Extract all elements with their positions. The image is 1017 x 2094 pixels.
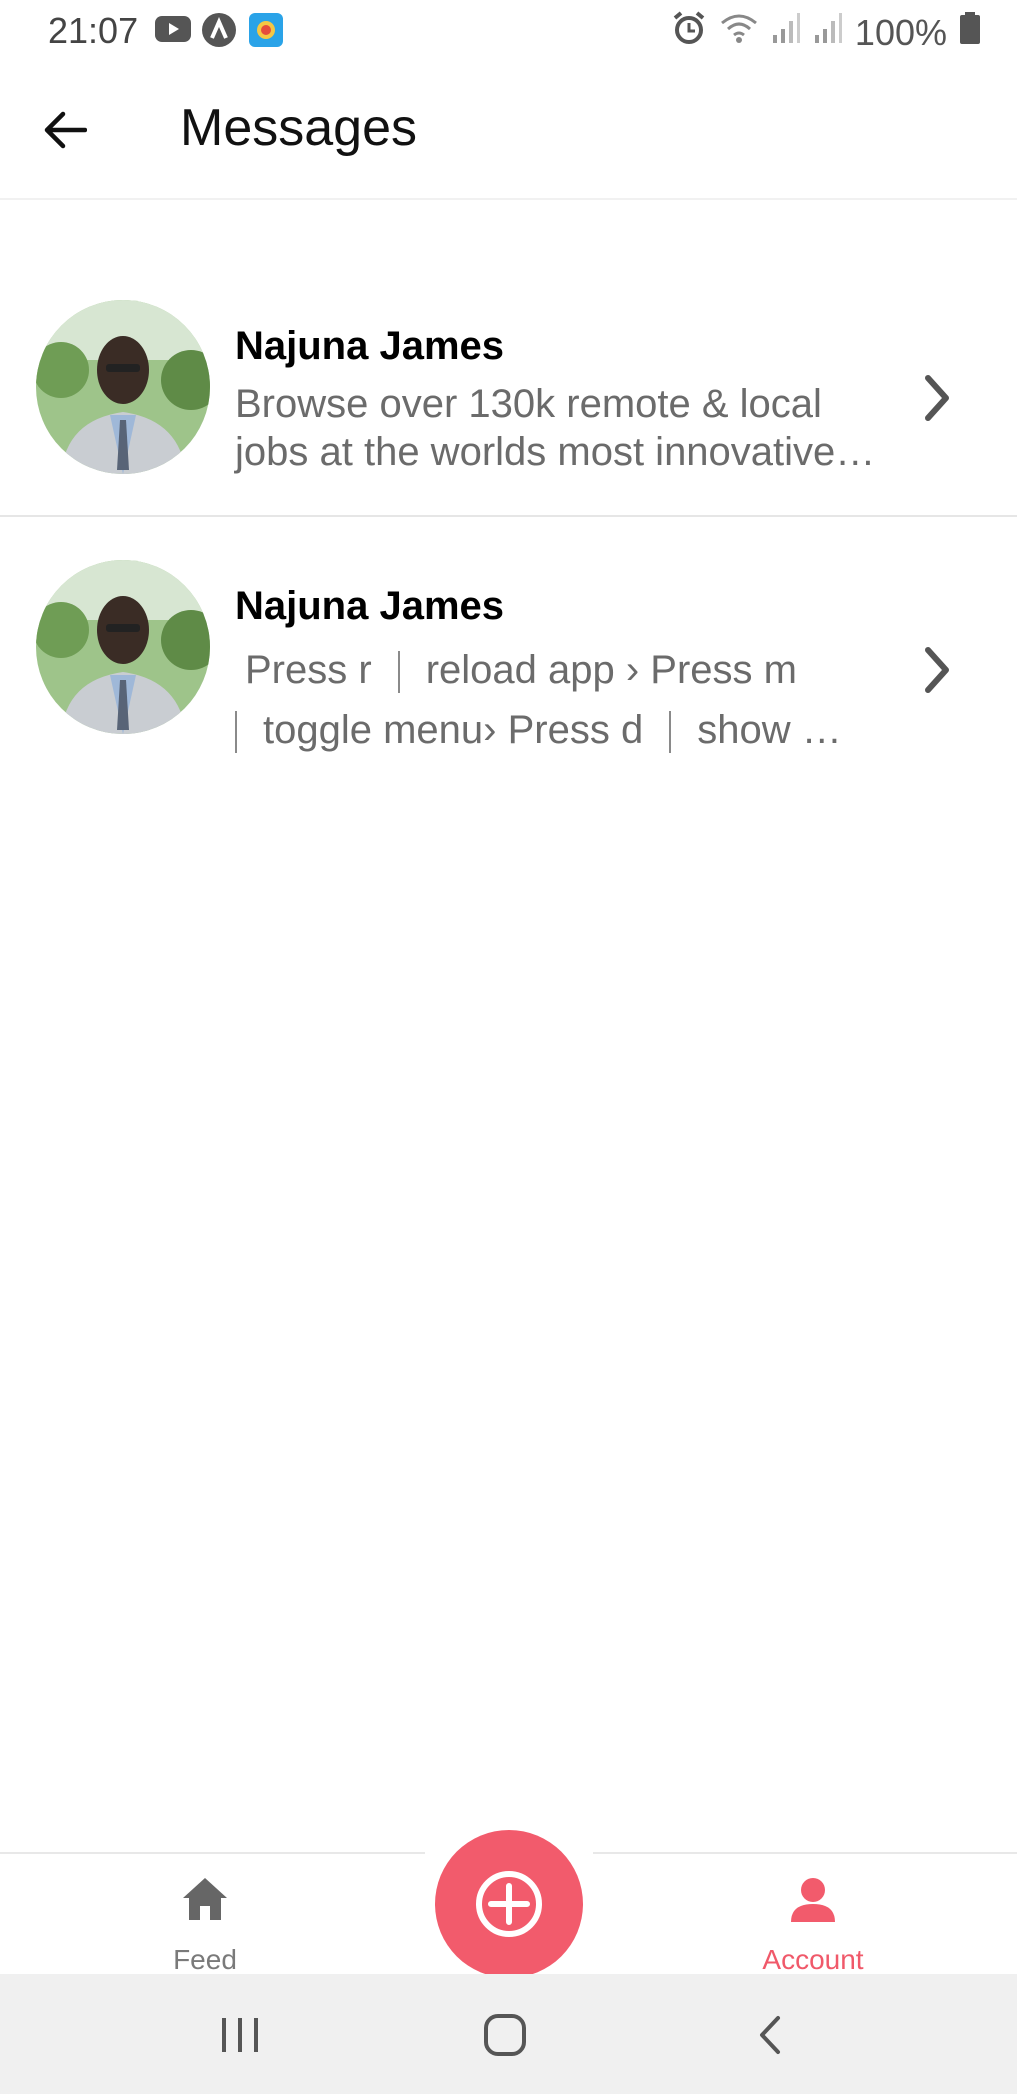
page-title: Messages bbox=[180, 99, 417, 157]
status-bar: 21:07 100% bbox=[0, 0, 1017, 60]
sender-name: Najuna James bbox=[235, 324, 505, 368]
status-right: 100% bbox=[671, 10, 981, 55]
nav-feed[interactable]: Feed bbox=[105, 1854, 305, 1976]
plus-icon bbox=[476, 1871, 542, 1937]
preview-line: jobs at the worlds most innovative… bbox=[235, 430, 876, 474]
preview-line: Browse over 130k remote & local bbox=[235, 382, 822, 426]
add-button[interactable] bbox=[435, 1830, 583, 1978]
preview-segment: reload app › Press m bbox=[425, 648, 797, 692]
wifi-icon bbox=[719, 11, 759, 54]
browser-icon bbox=[248, 12, 284, 53]
message-preview: Browse over 130k remote & local jobs at … bbox=[235, 380, 895, 476]
battery-text: 100% bbox=[854, 11, 947, 53]
header: Messages bbox=[0, 60, 1017, 200]
separator-bar bbox=[669, 711, 672, 754]
chevron-right-icon bbox=[925, 647, 949, 693]
system-nav-bar bbox=[0, 1974, 1017, 2094]
signal-icon-2 bbox=[813, 11, 843, 54]
arrow-left-icon bbox=[44, 111, 87, 149]
message-preview: Press r reload app › Press m toggle menu›… bbox=[235, 640, 895, 760]
home-circle-icon bbox=[484, 2014, 526, 2056]
preview-line: Press r reload app › Press m bbox=[235, 640, 895, 700]
preview-line: toggle menu› Press d show … bbox=[209, 700, 895, 760]
system-back-button[interactable] bbox=[740, 2010, 800, 2060]
nav-account-label: Account bbox=[762, 1944, 864, 1975]
home-icon bbox=[183, 1878, 227, 1920]
battery-icon bbox=[959, 11, 981, 54]
home-button[interactable] bbox=[475, 2010, 535, 2060]
signal-icon bbox=[771, 11, 801, 54]
preview-segment: show … bbox=[697, 708, 842, 752]
app-a-icon bbox=[201, 12, 237, 53]
message-row[interactable]: Najuna James Press r reload app › Press m… bbox=[0, 540, 1017, 780]
chevron-right-icon bbox=[925, 375, 949, 421]
back-button[interactable] bbox=[30, 95, 100, 165]
alarm-icon bbox=[671, 10, 707, 55]
recent-apps-icon bbox=[222, 2018, 258, 2052]
preview-segment: toggle menu› Press d bbox=[263, 708, 644, 752]
user-avatar bbox=[36, 300, 210, 474]
youtube-icon bbox=[154, 12, 192, 51]
user-avatar bbox=[36, 560, 210, 734]
status-time: 21:07 bbox=[48, 10, 139, 51]
recent-apps-button[interactable] bbox=[210, 2010, 270, 2060]
message-row[interactable]: Najuna James Browse over 130k remote & l… bbox=[0, 280, 1017, 517]
back-icon bbox=[760, 2016, 780, 2054]
nav-account[interactable]: Account bbox=[713, 1854, 913, 1976]
sender-name: Najuna James bbox=[235, 584, 505, 628]
nav-feed-label: Feed bbox=[173, 1944, 237, 1975]
preview-segment: Press r bbox=[245, 648, 372, 692]
separator-bar bbox=[235, 711, 237, 754]
person-icon bbox=[791, 1878, 835, 1922]
separator-bar bbox=[397, 651, 400, 694]
